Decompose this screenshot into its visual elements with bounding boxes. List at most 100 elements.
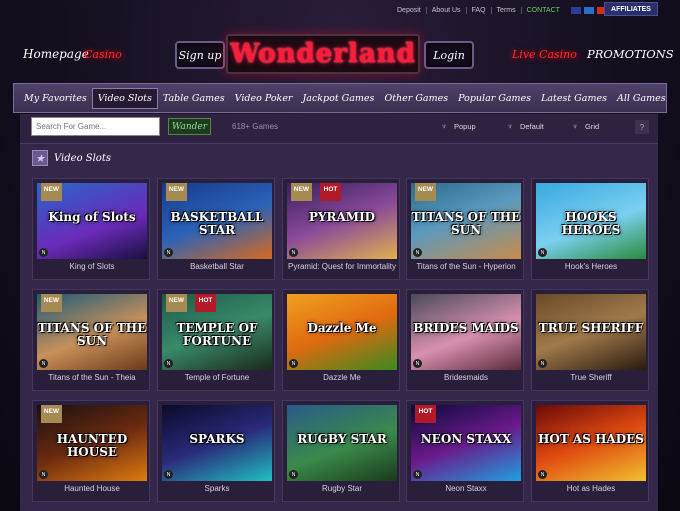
wonderland-logo[interactable]: Wonderland (226, 34, 420, 74)
faq-link[interactable]: FAQ (467, 6, 492, 14)
default-option[interactable]: ♆ Default (507, 122, 544, 131)
game-thumbnail[interactable]: TITANS OF THE SUN NEW N (37, 294, 147, 370)
help-button[interactable]: ? (635, 120, 649, 134)
nav-item-jackpot-games[interactable]: Jackpot Games (297, 89, 379, 108)
new-badge: NEW (166, 294, 187, 312)
game-card[interactable]: King of Slots NEW N King of Slots (32, 178, 150, 280)
game-card[interactable]: RUGBY STAR N Rugby Star (282, 400, 400, 502)
grid-icon: ♆ (572, 121, 578, 131)
game-card[interactable]: SPARKS N Sparks (157, 400, 275, 502)
game-thumbnail[interactable]: NEON STAXX HOT N (411, 405, 521, 481)
nav-item-latest-games[interactable]: Latest Games (536, 89, 612, 108)
signup-button[interactable]: Sign up (175, 41, 225, 69)
star-icon: ★ (32, 150, 48, 166)
game-thumbnail[interactable]: Dazzle Me N (287, 294, 397, 370)
game-card[interactable]: HOOKS HEROES N Hook's Heroes (531, 178, 649, 280)
game-thumbnail[interactable]: King of Slots NEW N (37, 183, 147, 259)
game-title[interactable]: Basketball Star (158, 262, 276, 271)
provider-icon: N (164, 470, 173, 479)
hot-badge: HOT (195, 294, 216, 312)
game-thumbnail[interactable]: RUGBY STAR N (287, 405, 397, 481)
game-logo-art: BRIDES MAIDS (413, 321, 519, 335)
game-card[interactable]: TEMPLE OF FORTUNE NEW HOT N Temple of Fortun… (157, 289, 275, 391)
sweden-flag[interactable] (583, 6, 594, 14)
casino-link[interactable]: Casino (84, 48, 122, 61)
about-us-link[interactable]: About Us (427, 6, 467, 14)
nav-item-all-games[interactable]: All Games (612, 89, 671, 108)
terms-link[interactable]: Terms (492, 6, 522, 14)
game-card[interactable]: BRIDES MAIDS N Bridesmaids (406, 289, 524, 391)
game-thumbnail[interactable]: HOOKS HEROES N (536, 183, 646, 259)
game-thumbnail[interactable]: HAUNTED HOUSE NEW N (37, 405, 147, 481)
deposit-link[interactable]: Deposit (392, 6, 427, 14)
game-thumbnail[interactable]: PYRAMID NEW HOT N (287, 183, 397, 259)
game-logo-art: HOOKS HEROES (561, 210, 621, 237)
provider-icon: N (289, 470, 298, 479)
nav-item-popular-games[interactable]: Popular Games (453, 89, 536, 108)
affiliates-button[interactable]: AFFILIATES (604, 2, 658, 16)
search-toolbar: Wander 618+ Games ♆ Popup ♆ Default ♆ Gr… (20, 114, 658, 144)
section-header: ★ Video Slots (32, 150, 111, 166)
game-thumbnail[interactable]: BRIDES MAIDS N (411, 294, 521, 370)
game-title[interactable]: Temple of Fortune (158, 373, 276, 382)
provider-icon: N (164, 359, 173, 368)
game-thumbnail[interactable]: TEMPLE OF FORTUNE NEW HOT N (162, 294, 272, 370)
game-thumbnail[interactable]: SPARKS N (162, 405, 272, 481)
game-title[interactable]: Pyramid: Quest for Immortality (283, 262, 401, 271)
nav-item-other-games[interactable]: Other Games (379, 89, 453, 108)
game-thumbnail[interactable]: BASKETBALL STAR NEW N (162, 183, 272, 259)
homepage-link[interactable]: Homepage (23, 47, 89, 61)
popup-icon: ♆ (441, 121, 447, 131)
game-thumbnail[interactable]: TITANS OF THE SUN NEW N (411, 183, 521, 259)
game-card[interactable]: PYRAMID NEW HOT N Pyramid: Quest for Immorta… (282, 178, 400, 280)
game-title[interactable]: Rugby Star (283, 484, 401, 493)
game-title[interactable]: Haunted House (33, 484, 151, 493)
new-badge: NEW (41, 405, 62, 423)
game-logo-art: TEMPLE OF FORTUNE (176, 321, 258, 348)
nav-item-video-slots[interactable]: Video Slots (91, 87, 158, 109)
game-title[interactable]: Hot as Hades (532, 484, 650, 493)
nav-item-my-favorites[interactable]: My Favorites (19, 89, 92, 108)
game-title[interactable]: Neon Staxx (407, 484, 525, 493)
game-card[interactable]: BASKETBALL STAR NEW N Basketball Star (157, 178, 275, 280)
uk-flag[interactable] (570, 6, 581, 14)
provider-icon: N (413, 359, 422, 368)
nav-item-video-poker[interactable]: Video Poker (230, 89, 298, 108)
provider-icon: N (413, 470, 422, 479)
game-card[interactable]: Dazzle Me N Dazzle Me (282, 289, 400, 391)
game-title[interactable]: Titans of the Sun - Theia (33, 373, 151, 382)
game-title[interactable]: Bridesmaids (407, 373, 525, 382)
game-title[interactable]: Sparks (158, 484, 276, 493)
contact-link[interactable]: CONTACT (522, 7, 565, 14)
game-card[interactable]: TITANS OF THE SUN NEW N Titans of the Sun -… (406, 178, 524, 280)
game-card[interactable]: HAUNTED HOUSE NEW N Haunted House (32, 400, 150, 502)
game-logo-art: TRUE SHERIFF (538, 321, 644, 335)
game-logo-art: Dazzle Me (307, 321, 377, 335)
provider-icon: N (289, 248, 298, 257)
hot-badge: HOT (415, 405, 436, 423)
provider-icon: N (39, 248, 48, 257)
search-input[interactable] (31, 117, 160, 136)
game-title[interactable]: King of Slots (33, 262, 151, 271)
game-logo-art: TITANS OF THE SUN (37, 321, 147, 348)
grid-option[interactable]: ♆ Grid (572, 122, 599, 131)
nav-item-table-games[interactable]: Table Games (158, 89, 230, 108)
game-card[interactable]: TITANS OF THE SUN NEW N Titans of the Sun -… (32, 289, 150, 391)
game-title[interactable]: True Sheriff (532, 373, 650, 382)
game-card[interactable]: NEON STAXX HOT N Neon Staxx (406, 400, 524, 502)
promotions-link[interactable]: PROMOTIONS (587, 47, 674, 61)
login-button[interactable]: Login (424, 41, 474, 69)
popup-option[interactable]: ♆ Popup (441, 122, 476, 131)
game-thumbnail[interactable]: HOT AS HADES N (536, 405, 646, 481)
game-title[interactable]: Titans of the Sun - Hyperion (407, 262, 525, 271)
live-casino-link[interactable]: Live Casino (512, 48, 577, 61)
provider-icon: N (538, 470, 547, 479)
game-card[interactable]: TRUE SHERIFF N True Sheriff (531, 289, 649, 391)
game-thumbnail[interactable]: TRUE SHERIFF N (536, 294, 646, 370)
wander-button[interactable]: Wander (168, 118, 211, 135)
game-title[interactable]: Dazzle Me (283, 373, 401, 382)
provider-icon: N (39, 359, 48, 368)
game-card[interactable]: HOT AS HADES N Hot as Hades (531, 400, 649, 502)
new-badge: NEW (291, 183, 312, 201)
game-title[interactable]: Hook's Heroes (532, 262, 650, 271)
